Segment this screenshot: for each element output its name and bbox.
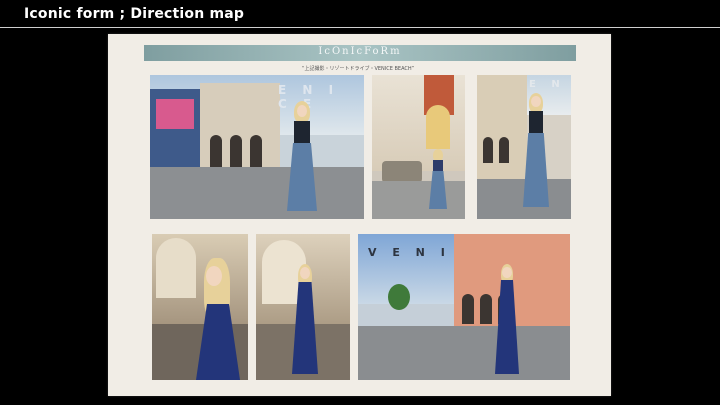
sheet-subtitle: “上記撮影・リゾートドライブ・VENICE BEACH” — [301, 66, 415, 72]
sheet-banner-text: IcOnIcFoRm — [318, 46, 402, 57]
model-figure — [521, 93, 551, 213]
slide: Iconic form ; Direction map IcOnIcFoRm “… — [0, 0, 720, 405]
photo-venice-sign-street: V E N I C — [358, 234, 570, 380]
photo-arcade-closeup — [152, 234, 248, 380]
model-figure — [290, 264, 320, 376]
model-figure — [428, 149, 448, 211]
model-figure — [494, 264, 520, 376]
model-figure — [194, 258, 242, 380]
photo-arches-car — [372, 75, 465, 219]
direction-map-sheet: IcOnIcFoRm “上記撮影・リゾートドライブ・VENICE BEACH” … — [108, 34, 611, 396]
photo-venice-building: E N — [477, 75, 571, 219]
sheet-banner: IcOnIcFoRm — [144, 45, 576, 61]
photo-street-wide: E N I C E — [150, 75, 364, 219]
venice-sign-2: E N — [529, 79, 566, 90]
photo-arcade-walk — [256, 234, 350, 380]
slide-title: Iconic form ; Direction map — [24, 6, 245, 22]
model-figure — [285, 101, 319, 217]
title-divider — [0, 27, 720, 28]
